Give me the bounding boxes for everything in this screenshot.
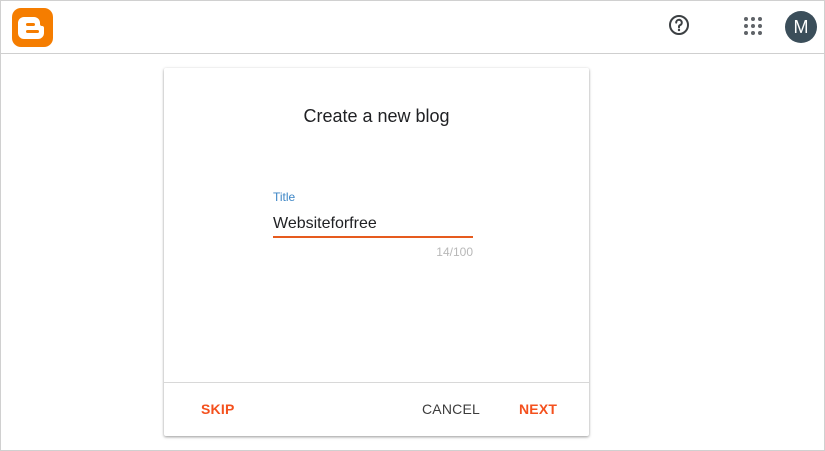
- dialog-title: Create a new blog: [303, 106, 450, 126]
- skip-button[interactable]: SKIP: [201, 401, 234, 417]
- top-bar: M: [1, 1, 824, 54]
- avatar[interactable]: M: [785, 11, 817, 43]
- next-button[interactable]: NEXT: [519, 401, 557, 417]
- help-circle-icon[interactable]: [668, 14, 690, 36]
- blogger-logo-icon[interactable]: [12, 8, 53, 47]
- app-frame: M Create a new blog Title 14/100 SKIP CA…: [0, 0, 825, 451]
- title-field-label: Title: [273, 190, 296, 204]
- create-blog-dialog: Create a new blog Title 14/100 SKIP CANC…: [164, 68, 589, 436]
- character-counter: 14/100: [436, 245, 473, 259]
- cancel-button[interactable]: CANCEL: [422, 401, 480, 417]
- avatar-letter: M: [793, 17, 809, 37]
- title-input[interactable]: [273, 212, 473, 238]
- apps-grid-icon[interactable]: [743, 16, 763, 36]
- dialog-divider: [164, 382, 589, 383]
